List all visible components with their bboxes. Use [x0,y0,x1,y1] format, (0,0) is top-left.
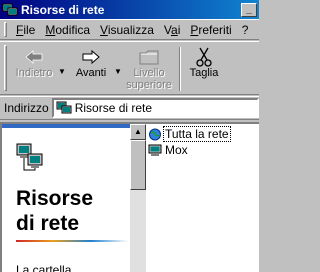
forward-label: Avanti [75,67,107,79]
back-button[interactable]: Indietro [10,45,58,79]
forward-dropdown-arrow-icon[interactable]: ▼ [114,45,124,76]
up-label-line2: superiore [126,79,172,91]
web-view-info-pane: Risorse di rete La cartella [2,124,130,272]
minimize-icon: _ [246,3,252,15]
network-neighborhood-large-icon [16,142,46,174]
up-level-button[interactable]: Livello superiore [124,45,174,91]
menu-preferiti[interactable]: Preferiti [185,23,236,37]
menubar-grip[interactable] [4,22,7,37]
pane-heading-line1: Risorse [16,187,94,210]
menu-modifica-rest: odifica [55,22,91,37]
standard-toolbar: Indietro ▼ Avanti ▼ Livello superiore Ta… [0,41,259,95]
network-neighborhood-icon[interactable] [2,3,18,17]
address-bar: Indirizzo Risorse di rete [0,96,259,120]
pane-divider [16,240,128,242]
menu-preferiti-rest: referiti [198,22,232,37]
back-dropdown-arrow-icon[interactable]: ▼ [58,45,68,76]
scroll-up-arrow-icon: ▲ [134,127,142,136]
toolbar-separator [179,47,181,91]
forward-arrow-icon [78,47,104,67]
pane-description: La cartella [16,263,72,272]
menu-modifica[interactable]: Modifica [40,23,95,37]
scroll-up-button[interactable]: ▲ [130,124,146,140]
menu-vai[interactable]: Vai [159,23,185,37]
cut-label: Taglia [189,67,219,79]
address-field[interactable]: Risorse di rete [51,98,259,118]
pane-heading-line2: di rete [16,212,80,235]
menu-visualizza-rest: isualizza [107,22,154,37]
list-item-tutta-la-rete[interactable]: Tutta la rete [148,126,231,142]
cut-button[interactable]: Taglia [186,45,222,79]
pane-heading: Risorse di rete [16,186,126,236]
menu-file-rest: ile [23,22,36,37]
vertical-scrollbar[interactable]: ▲ [130,124,146,272]
menu-bar: File Modifica Visualizza Vai Preferiti ? [0,19,259,40]
menu-vai-accel: a [171,22,178,37]
window-title: Risorse di rete [21,2,105,17]
up-folder-icon [136,47,162,67]
address-label: Indirizzo [4,101,49,115]
minimize-button[interactable]: _ [241,2,257,17]
menu-vai-rest: i [177,22,181,37]
file-name: Tutta la rete [163,126,231,142]
menu-modifica-accel: M [45,22,56,37]
scissors-icon [191,47,217,67]
back-arrow-icon [21,47,47,67]
computer-icon [148,144,162,157]
up-label-line1: Livello [133,67,165,79]
forward-button[interactable]: Avanti [68,45,114,79]
menu-visualizza[interactable]: Visualizza [95,23,159,37]
content-area: Risorse di rete La cartella ▲ Tutta la r… [0,122,259,272]
list-item-mox[interactable]: Mox [148,142,230,158]
entire-network-globe-icon [148,128,162,141]
menu-help[interactable]: ? [237,23,254,37]
address-value: Risorse di rete [74,101,153,115]
scroll-thumb[interactable] [130,140,146,190]
toolbar-grip[interactable] [4,45,7,91]
network-neighborhood-icon [56,101,72,115]
menu-visualizza-accel: V [100,22,108,37]
back-label: Indietro [15,67,53,79]
menu-vai-first: V [163,22,171,37]
menu-file[interactable]: File [11,23,40,37]
file-name: Mox [165,143,188,157]
file-list: Tutta la rete Mox [148,126,231,158]
title-bar: Risorse di rete _ [0,0,259,19]
